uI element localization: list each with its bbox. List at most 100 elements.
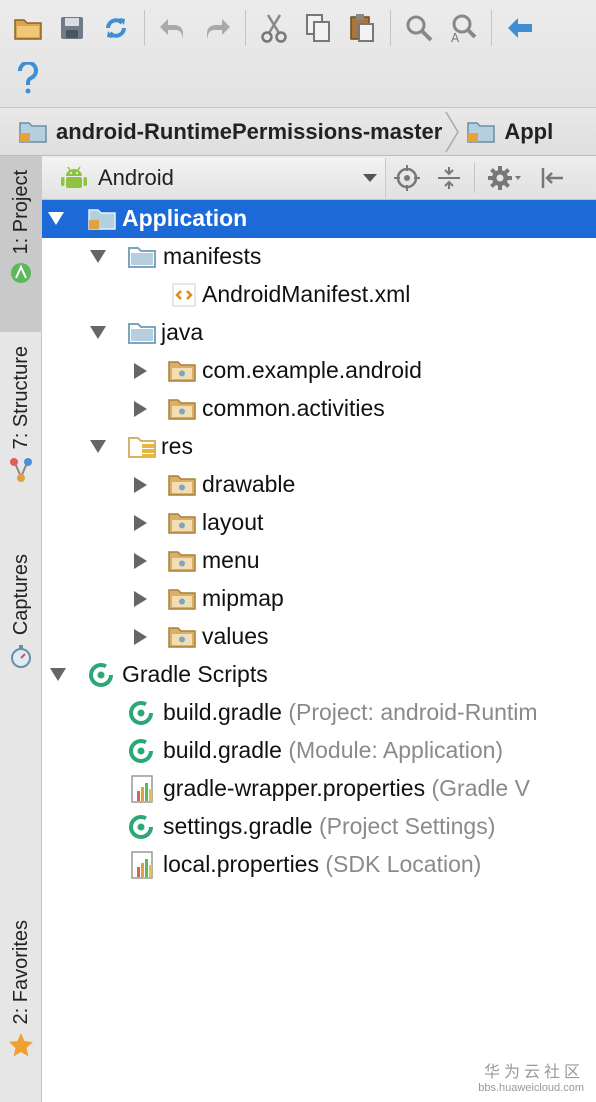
- android-studio-icon: [11, 263, 31, 284]
- tree-item-res-folder[interactable]: layout: [42, 504, 596, 542]
- tree-item-label: java: [161, 319, 204, 345]
- package-icon: [168, 551, 196, 572]
- gradle-icon: [129, 815, 153, 839]
- svg-text:A: A: [451, 31, 460, 43]
- tree-item-label: local.properties (SDK Location): [163, 851, 481, 878]
- tree-item-res-folder[interactable]: mipmap: [42, 580, 596, 618]
- header-separator: [474, 162, 475, 193]
- crosshair-icon: [394, 164, 420, 191]
- file-name: build.gradle: [163, 699, 282, 725]
- collapsed-arrow-icon[interactable]: [134, 363, 147, 379]
- help-icon[interactable]: [6, 56, 50, 100]
- file-hint: (Project: android-Runtim: [288, 699, 538, 725]
- tree-item-res-folder[interactable]: menu: [42, 542, 596, 580]
- package-icon: [168, 513, 196, 534]
- tree-item-gradle-scripts[interactable]: Gradle Scripts: [42, 656, 596, 694]
- breadcrumb-item-module[interactable]: Appl: [462, 108, 554, 155]
- expand-arrow-icon[interactable]: [90, 250, 106, 263]
- tree-item-package[interactable]: com.example.android: [42, 352, 596, 390]
- toolbar-separator: [245, 10, 246, 46]
- view-mode-label: Android: [98, 164, 174, 190]
- tree-item-label: layout: [202, 509, 264, 535]
- tree-item-label: AndroidManifest.xml: [202, 281, 411, 307]
- tree-item-label: settings.gradle (Project Settings): [163, 813, 495, 840]
- tool-window-strip: 1: Project 7: Structure Captures 2: Favo…: [0, 156, 42, 1102]
- android-icon: [61, 166, 87, 188]
- tree-item-label: common.activities: [202, 395, 385, 421]
- undo-icon[interactable]: [151, 6, 195, 50]
- view-mode-dropdown[interactable]: Android: [42, 157, 386, 198]
- navigation-breadcrumb: android-RuntimePermissions-master Appl: [0, 108, 596, 156]
- xml-file-icon: [172, 283, 196, 307]
- package-icon: [168, 399, 196, 420]
- collapsed-arrow-icon[interactable]: [134, 515, 147, 531]
- gear-icon: [488, 165, 521, 190]
- package-icon: [168, 627, 196, 648]
- file-name: gradle-wrapper.properties: [163, 775, 426, 801]
- collapsed-arrow-icon[interactable]: [134, 477, 147, 493]
- back-icon[interactable]: [498, 6, 542, 50]
- expand-arrow-icon[interactable]: [50, 668, 66, 681]
- cut-icon[interactable]: [252, 6, 296, 50]
- tree-item-properties-file[interactable]: local.properties (SDK Location): [42, 846, 596, 884]
- tree-item-res-folder[interactable]: values: [42, 618, 596, 656]
- tab-favorites[interactable]: 2: Favorites: [0, 920, 42, 1090]
- sync-icon[interactable]: [94, 6, 138, 50]
- find-icon[interactable]: [397, 6, 441, 50]
- tree-item-application[interactable]: Application: [42, 200, 596, 238]
- tree-item-label: mipmap: [202, 585, 284, 611]
- stopwatch-icon: [11, 645, 31, 669]
- breadcrumb-chevron-icon: [445, 111, 460, 152]
- expand-arrow-icon[interactable]: [90, 326, 106, 339]
- tab-structure[interactable]: 7: Structure: [0, 346, 42, 516]
- copy-icon[interactable]: [296, 6, 340, 50]
- collapsed-arrow-icon[interactable]: [134, 553, 147, 569]
- module-folder-icon: [19, 121, 47, 143]
- tree-item-label: gradle-wrapper.properties (Gradle V: [163, 775, 530, 802]
- redo-icon[interactable]: [195, 6, 239, 50]
- tree-item-res[interactable]: res: [42, 428, 596, 466]
- properties-file-icon: [131, 851, 153, 879]
- collapsed-arrow-icon[interactable]: [134, 401, 147, 417]
- module-folder-icon: [88, 209, 116, 230]
- tree-item-label: drawable: [202, 471, 296, 497]
- file-name: settings.gradle: [163, 813, 313, 839]
- hide-panel-icon: [541, 167, 563, 188]
- expand-arrow-icon[interactable]: [48, 212, 64, 225]
- chevron-down-icon: [363, 173, 377, 182]
- hide-panel-button[interactable]: [531, 158, 573, 198]
- tree-item-manifests[interactable]: manifests: [42, 238, 596, 276]
- collapse-all-button[interactable]: [428, 158, 470, 198]
- tree-item-label: Gradle Scripts: [122, 661, 268, 687]
- module-folder-icon: [467, 121, 496, 143]
- watermark-title: 华为云社区: [483, 1064, 584, 1081]
- toolbar-separator: [144, 10, 145, 46]
- expand-arrow-icon[interactable]: [90, 440, 106, 453]
- replace-icon[interactable]: A: [441, 6, 485, 50]
- breadcrumb-item-project[interactable]: android-RuntimePermissions-master: [0, 108, 442, 155]
- settings-button[interactable]: [479, 158, 531, 198]
- tree-item-androidmanifest[interactable]: AndroidManifest.xml: [42, 276, 596, 314]
- tree-item-gradle-file[interactable]: build.gradle (Project: android-Runtim: [42, 694, 596, 732]
- tree-item-gradle-file[interactable]: settings.gradle (Project Settings): [42, 808, 596, 846]
- breadcrumb-label: Appl: [504, 118, 554, 144]
- collapsed-arrow-icon[interactable]: [134, 629, 147, 645]
- save-icon[interactable]: [50, 6, 94, 50]
- main-toolbar: A: [0, 0, 596, 108]
- tree-item-package[interactable]: common.activities: [42, 390, 596, 428]
- open-folder-icon[interactable]: [6, 6, 50, 50]
- collapsed-arrow-icon[interactable]: [134, 591, 147, 607]
- tab-favorites-label: 2: Favorites: [9, 920, 32, 1025]
- tab-captures[interactable]: Captures: [0, 554, 42, 694]
- tree-item-java[interactable]: java: [42, 314, 596, 352]
- tree-item-label: manifests: [163, 243, 262, 269]
- package-icon: [168, 589, 196, 610]
- tab-project-label: 1: Project: [9, 170, 32, 255]
- tab-project[interactable]: 1: Project: [0, 156, 42, 332]
- tree-item-res-folder[interactable]: drawable: [42, 466, 596, 504]
- toolbar-separator: [491, 10, 492, 46]
- locate-file-button[interactable]: [386, 158, 428, 198]
- paste-icon[interactable]: [340, 6, 384, 50]
- tree-item-gradle-file[interactable]: build.gradle (Module: Application): [42, 732, 596, 770]
- tree-item-properties-file[interactable]: gradle-wrapper.properties (Gradle V: [42, 770, 596, 808]
